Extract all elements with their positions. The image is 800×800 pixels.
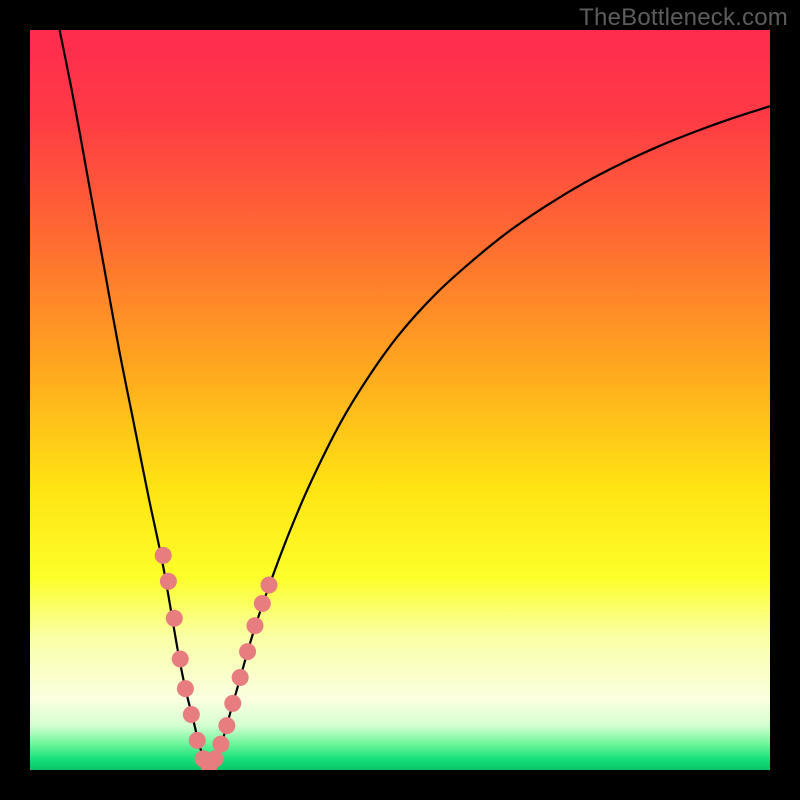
marker-point: [177, 680, 194, 697]
gradient-background: [30, 30, 770, 770]
watermark-text: TheBottleneck.com: [579, 4, 788, 32]
marker-point: [207, 750, 224, 767]
marker-point: [232, 669, 249, 686]
plot-area: [30, 30, 770, 770]
marker-point: [261, 577, 278, 594]
bottleneck-chart: [30, 30, 770, 770]
marker-point: [212, 736, 229, 753]
marker-point: [239, 643, 256, 660]
marker-point: [254, 595, 271, 612]
marker-point: [224, 695, 241, 712]
marker-point: [183, 706, 200, 723]
marker-point: [160, 573, 177, 590]
marker-point: [155, 547, 172, 564]
marker-point: [172, 651, 189, 668]
marker-point: [246, 617, 263, 634]
chart-frame: TheBottleneck.com: [0, 0, 800, 800]
marker-point: [189, 732, 206, 749]
marker-point: [218, 717, 235, 734]
marker-point: [166, 610, 183, 627]
